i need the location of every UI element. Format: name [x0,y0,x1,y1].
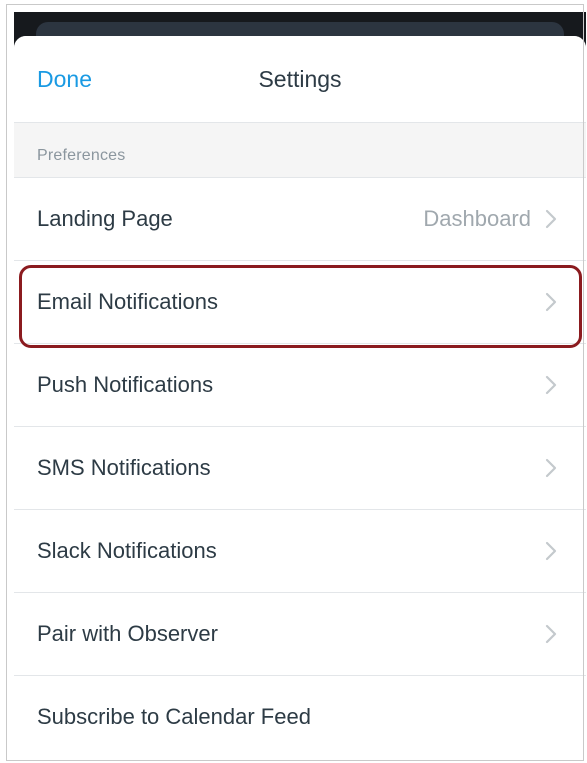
chevron-right-icon [542,624,560,644]
settings-row-email-notifications[interactable]: Email Notifications [14,261,586,344]
row-label: Push Notifications [37,372,214,397]
section-header-preferences: Preferences [14,123,586,178]
chevron-right-icon [542,209,560,229]
settings-row-pair-with-observer[interactable]: Pair with Observer [14,593,586,676]
chevron-right-icon [542,458,560,478]
row-label: Email Notifications [37,289,218,314]
settings-row-subscribe-calendar-feed[interactable]: Subscribe to Calendar Feed [14,676,586,759]
settings-row-sms-notifications[interactable]: SMS Notifications [14,427,586,510]
settings-row-landing-page[interactable]: Landing Page Dashboard [14,178,586,261]
chevron-right-icon [542,541,560,561]
row-value: Dashboard [423,206,531,231]
navigation-bar: Done Settings [14,36,586,123]
row-label: Landing Page [37,206,173,231]
chevron-right-icon [542,292,560,312]
screenshot-frame: Done Settings Preferences Landing Page D… [0,0,587,763]
row-label: Pair with Observer [37,621,218,646]
settings-row-slack-notifications[interactable]: Slack Notifications [14,510,586,593]
row-label: Subscribe to Calendar Feed [37,704,311,729]
row-label: SMS Notifications [37,455,211,480]
page-title: Settings [258,66,342,92]
settings-sheet: Done Settings Preferences Landing Page D… [14,36,586,763]
row-label: Slack Notifications [37,538,217,563]
section-header-label: Preferences [37,147,126,164]
chevron-right-icon [542,375,560,395]
settings-row-push-notifications[interactable]: Push Notifications [14,344,586,427]
